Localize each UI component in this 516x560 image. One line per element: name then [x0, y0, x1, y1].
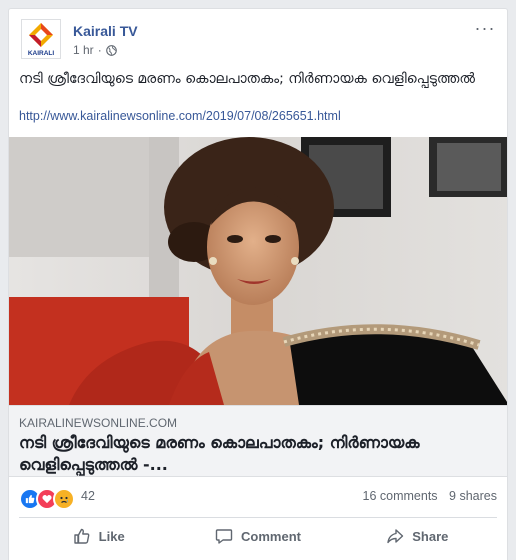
- kairali-logo-icon: KAIRALI: [22, 20, 60, 58]
- like-label: Like: [98, 528, 125, 544]
- share-icon: [387, 529, 404, 544]
- reactions-bar: 42 16 comments 9 shares: [19, 483, 497, 510]
- page-avatar[interactable]: KAIRALI: [21, 19, 61, 59]
- globe-icon: [105, 44, 117, 56]
- page-name[interactable]: Kairali TV: [73, 23, 138, 39]
- comments-count[interactable]: 16 comments: [363, 489, 438, 503]
- comment-icon: [215, 529, 233, 544]
- reaction-count[interactable]: 42: [81, 489, 95, 503]
- share-label: Share: [412, 528, 449, 544]
- link-preview[interactable]: KAIRALINEWSONLINE.COM നടി ശ്രീദേവിയുടെ മ…: [9, 405, 507, 477]
- comment-label: Comment: [241, 528, 301, 544]
- more-icon: ···: [474, 18, 496, 38]
- post-meta: 1 hr ·: [73, 43, 117, 57]
- action-bar: Like Comment Share: [19, 517, 497, 554]
- svg-text:KAIRALI: KAIRALI: [28, 50, 55, 57]
- post-time[interactable]: 1 hr: [73, 43, 94, 57]
- shared-photo: [9, 137, 507, 405]
- post-link[interactable]: http://www.kairalinewsonline.com/2019/07…: [19, 109, 341, 123]
- share-button[interactable]: Share: [338, 518, 497, 554]
- post-header: KAIRALI Kairali TV 1 hr · ···: [19, 19, 497, 63]
- comment-button[interactable]: Comment: [178, 518, 337, 554]
- shares-count[interactable]: 9 shares: [449, 489, 497, 503]
- link-domain: KAIRALINEWSONLINE.COM: [19, 416, 178, 430]
- thumbs-up-icon: [73, 528, 90, 544]
- post-image[interactable]: [9, 137, 507, 405]
- post-text: നടി ശ്രീദേവിയുടെ മരണം കൊലപാതകം; നിര്‍ണായ…: [19, 71, 475, 87]
- more-options-button[interactable]: ···: [473, 19, 497, 43]
- like-button[interactable]: Like: [19, 518, 178, 554]
- post-card: KAIRALI Kairali TV 1 hr · ··· നടി ശ്രീദേ…: [8, 8, 508, 560]
- sad-reaction-icon: [53, 488, 75, 510]
- link-title: നടി ശ്രീദേവിയുടെ മരണം കൊലപാതകം; നിര്‍ണായ…: [19, 433, 420, 474]
- engagement-counts: 16 comments 9 shares: [355, 489, 497, 503]
- reaction-icons[interactable]: [19, 488, 75, 510]
